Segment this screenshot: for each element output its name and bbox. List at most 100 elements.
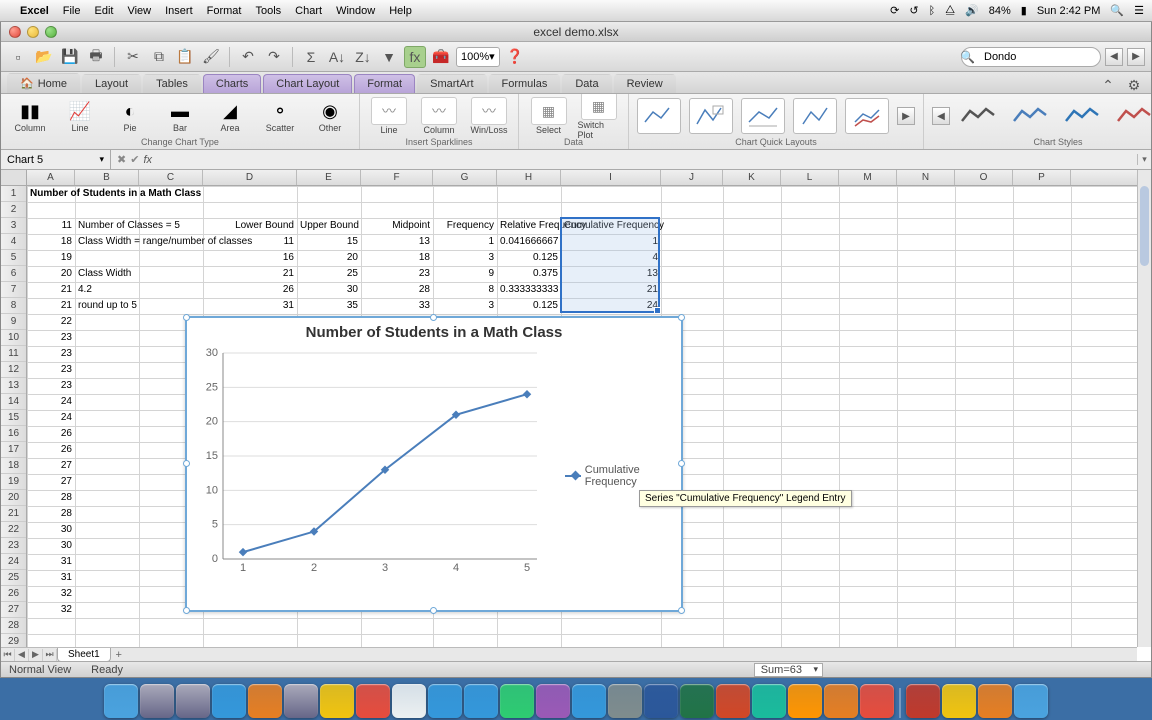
help-icon[interactable]: ❓ <box>504 46 526 68</box>
chart-type-area[interactable]: ◢Area <box>209 99 251 133</box>
open-icon[interactable]: 📂 <box>33 46 55 68</box>
dock-powerpoint-icon[interactable] <box>716 684 750 718</box>
cell-H3[interactable]: Relative Frequency <box>497 218 561 234</box>
cell-G4[interactable]: 1 <box>433 234 497 250</box>
resize-handle[interactable] <box>183 314 190 321</box>
dock-trash-icon[interactable] <box>1014 684 1048 718</box>
chart-legend[interactable]: Cumulative Frequency <box>557 464 681 488</box>
row-header-27[interactable]: 27 <box>1 602 26 618</box>
row-header-28[interactable]: 28 <box>1 618 26 634</box>
cell-D6[interactable]: 21 <box>203 266 297 282</box>
autosum-icon[interactable]: Σ <box>300 46 322 68</box>
cancel-icon[interactable]: ✖ <box>117 153 126 166</box>
menu-file[interactable]: File <box>63 5 81 17</box>
cell-A16[interactable]: 26 <box>27 426 75 442</box>
col-header-N[interactable]: N <box>897 170 955 185</box>
column-headers[interactable]: ABCDEFGHIJKLMNOP <box>27 170 1137 186</box>
dock-finder-icon[interactable] <box>104 684 138 718</box>
copy-icon[interactable]: ⧉ <box>148 46 170 68</box>
clock[interactable]: Sun 2:42 PM <box>1037 5 1101 17</box>
ribbon-collapse-icon[interactable]: ⌃ <box>1097 74 1119 96</box>
cell-D7[interactable]: 26 <box>203 282 297 298</box>
tab-smartart[interactable]: SmartArt <box>417 74 486 93</box>
cell-H7[interactable]: 0.333333333 <box>497 282 561 298</box>
cell-I8[interactable]: 24 <box>561 298 661 314</box>
col-header-J[interactable]: J <box>661 170 723 185</box>
dock-preview-icon[interactable] <box>284 684 318 718</box>
row-headers[interactable]: 1234567891011121314151617181920212223242… <box>1 186 27 647</box>
col-header-B[interactable]: B <box>75 170 139 185</box>
tab-review[interactable]: Review <box>614 74 676 93</box>
cell-E5[interactable]: 20 <box>297 250 361 266</box>
row-header-10[interactable]: 10 <box>1 330 26 346</box>
cell-grid[interactable]: Number of Students in a Math Class11Numb… <box>27 186 1137 647</box>
row-header-17[interactable]: 17 <box>1 442 26 458</box>
col-header-K[interactable]: K <box>723 170 781 185</box>
row-header-6[interactable]: 6 <box>1 266 26 282</box>
cell-A19[interactable]: 27 <box>27 474 75 490</box>
tab-home[interactable]: 🏠 Home <box>7 73 80 93</box>
timemachine-icon[interactable]: ↺ <box>909 4 918 17</box>
col-header-I[interactable]: I <box>561 170 661 185</box>
col-header-D[interactable]: D <box>203 170 297 185</box>
resize-handle[interactable] <box>678 607 685 614</box>
menu-help[interactable]: Help <box>389 5 412 17</box>
cell-E3[interactable]: Upper Bound <box>297 218 361 234</box>
row-header-20[interactable]: 20 <box>1 490 26 506</box>
cell-G3[interactable]: Frequency <box>433 218 497 234</box>
dock-firefox-icon[interactable] <box>248 684 282 718</box>
worksheet[interactable]: ABCDEFGHIJKLMNOP 12345678910111213141516… <box>1 170 1151 661</box>
row-header-5[interactable]: 5 <box>1 250 26 266</box>
cell-A20[interactable]: 28 <box>27 490 75 506</box>
close-button[interactable] <box>9 26 21 38</box>
resize-handle[interactable] <box>183 607 190 614</box>
resize-handle[interactable] <box>430 314 437 321</box>
cell-B7[interactable]: 4.2 <box>75 282 139 298</box>
col-header-H[interactable]: H <box>497 170 561 185</box>
cell-A9[interactable]: 22 <box>27 314 75 330</box>
cell-A8[interactable]: 21 <box>27 298 75 314</box>
resize-handle[interactable] <box>678 460 685 467</box>
filter-icon[interactable]: ▼ <box>378 46 400 68</box>
quick-layout-option[interactable] <box>689 98 733 134</box>
cell-F4[interactable]: 13 <box>361 234 433 250</box>
cell-A17[interactable]: 26 <box>27 442 75 458</box>
row-header-14[interactable]: 14 <box>1 394 26 410</box>
dock-numbers-icon[interactable] <box>752 684 786 718</box>
cell-G7[interactable]: 8 <box>433 282 497 298</box>
notifications-icon[interactable]: ☰ <box>1134 4 1144 17</box>
volume-icon[interactable]: 🔊 <box>965 4 979 17</box>
quick-layout-option[interactable] <box>845 98 889 134</box>
row-header-24[interactable]: 24 <box>1 554 26 570</box>
spotlight-icon[interactable]: 🔍 <box>1110 4 1124 17</box>
cell-A13[interactable]: 23 <box>27 378 75 394</box>
sum-display[interactable]: Sum=63 <box>754 663 823 677</box>
cell-A1[interactable]: Number of Students in a Math Class <box>27 186 75 202</box>
menu-format[interactable]: Format <box>207 5 242 17</box>
row-header-4[interactable]: 4 <box>1 234 26 250</box>
cell-A26[interactable]: 32 <box>27 586 75 602</box>
search-prev-button[interactable]: ◀ <box>1105 48 1123 66</box>
cell-F6[interactable]: 23 <box>361 266 433 282</box>
cell-D5[interactable]: 16 <box>203 250 297 266</box>
cell-D4[interactable]: 11 <box>203 234 297 250</box>
sort-desc-icon[interactable]: Z↓ <box>352 46 374 68</box>
cell-A15[interactable]: 24 <box>27 410 75 426</box>
new-icon[interactable]: ▫ <box>7 46 29 68</box>
cut-icon[interactable]: ✂ <box>122 46 144 68</box>
menu-view[interactable]: View <box>127 5 151 17</box>
row-header-23[interactable]: 23 <box>1 538 26 554</box>
col-header-C[interactable]: C <box>139 170 203 185</box>
cell-F3[interactable]: Midpoint <box>361 218 433 234</box>
cell-A25[interactable]: 31 <box>27 570 75 586</box>
fx-toggle-icon[interactable]: fx <box>404 46 426 68</box>
dock-textedit-icon[interactable] <box>392 684 426 718</box>
toolbox-icon[interactable]: 🧰 <box>430 46 452 68</box>
select-all-corner[interactable] <box>1 170 27 186</box>
menu-edit[interactable]: Edit <box>94 5 113 17</box>
quick-layout-more-button[interactable]: ▶ <box>897 107 915 125</box>
add-sheet-button[interactable]: + <box>111 649 127 661</box>
tab-tables[interactable]: Tables <box>143 74 201 93</box>
cell-D8[interactable]: 31 <box>203 298 297 314</box>
row-header-9[interactable]: 9 <box>1 314 26 330</box>
